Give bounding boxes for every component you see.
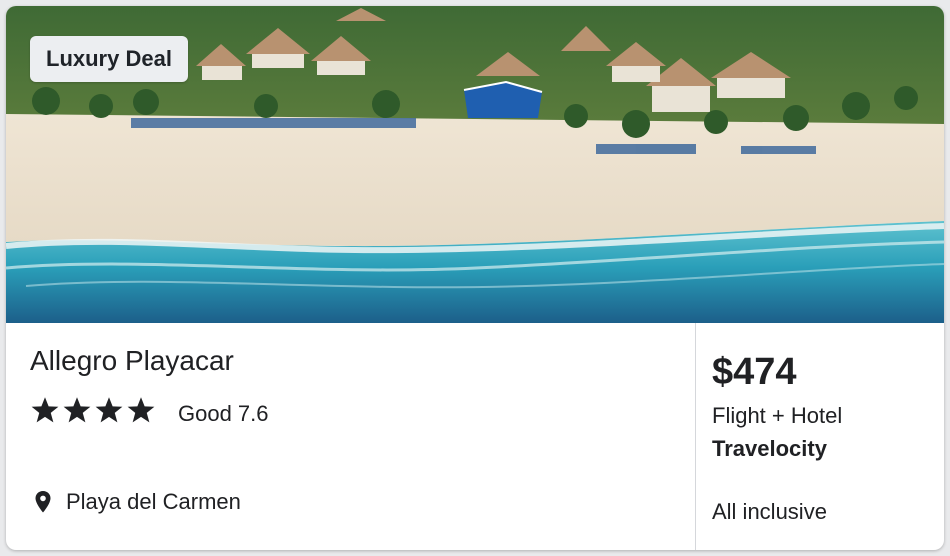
rating-text: Good 7.6 (178, 401, 269, 426)
hotel-deal-card[interactable]: Luxury Deal Allegro Playacar Good 7.6 Pl… (6, 6, 944, 550)
board-type: All inclusive (712, 499, 827, 524)
star-icon (30, 395, 60, 425)
luxury-deal-badge: Luxury Deal (30, 36, 188, 82)
location-text: Playa del Carmen (66, 489, 241, 514)
location: Playa del Carmen (34, 489, 241, 515)
package-type: Flight + Hotel (712, 403, 843, 428)
location-pin-icon (34, 490, 52, 514)
hotel-name[interactable]: Allegro Playacar (30, 345, 234, 377)
hotel-info: Allegro Playacar Good 7.6 Playa del Carm… (6, 323, 695, 550)
price-panel[interactable]: $474 Flight + Hotel Travelocity All incl… (696, 323, 944, 550)
star-icon (126, 395, 156, 425)
star-icon (94, 395, 124, 425)
star-icon (62, 395, 92, 425)
provider-name: Travelocity (712, 436, 827, 461)
star-rating (30, 395, 156, 425)
price: $474 (712, 351, 797, 393)
